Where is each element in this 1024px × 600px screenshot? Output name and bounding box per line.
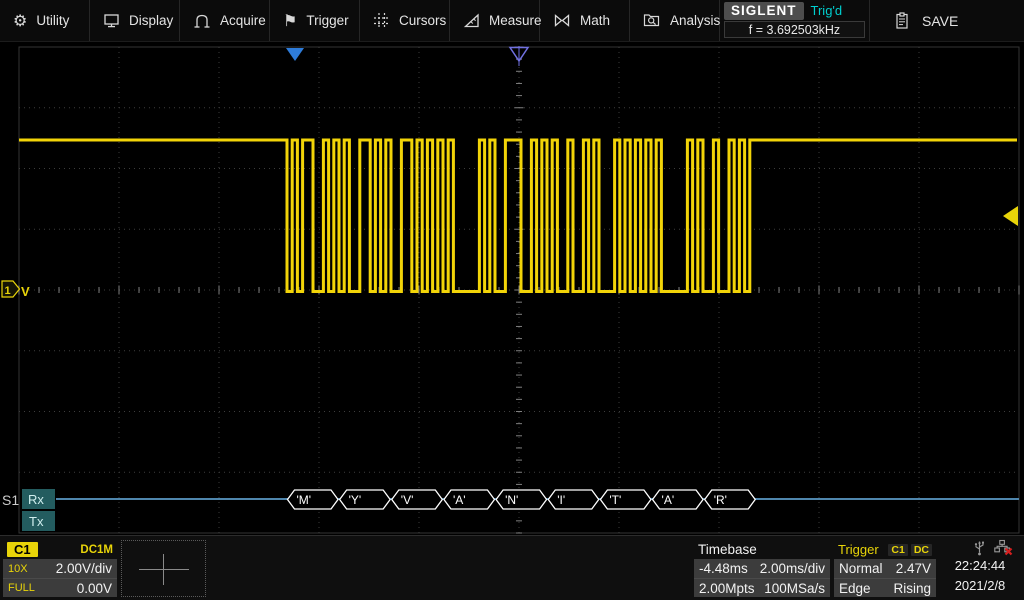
time-per-div: 2.00ms/div <box>760 561 825 576</box>
menu-trigger-label: Trigger <box>306 13 348 28</box>
math-icon <box>553 12 571 29</box>
volts-per-div: 2.00V/div <box>56 561 112 576</box>
svg-text:S1: S1 <box>2 492 19 508</box>
lan-disconnected-icon <box>994 539 1013 556</box>
menu-utility[interactable]: ⚙ Utility <box>0 0 90 41</box>
trigger-slope: Rising <box>893 581 931 596</box>
scope-graticule: 1V S1 Rx Tx 'M' 'Y' 'V' 'A' 'N' 'I' 'T' 'A' 'R' <box>0 42 1024 535</box>
menu-cursors[interactable]: Cursors <box>360 0 450 41</box>
flag-icon: ⚑ <box>283 13 297 29</box>
menu-analysis[interactable]: Analysis <box>630 0 720 41</box>
clock-time: 22:24:44 <box>955 556 1006 576</box>
timebase-delay: -4.48ms <box>699 561 748 576</box>
save-button[interactable]: SAVE <box>870 0 1024 41</box>
trigger-type: Edge <box>839 581 871 596</box>
svg-text:1: 1 <box>5 285 11 297</box>
trigger-coupling-badge: DC <box>911 544 932 556</box>
top-menu-bar: ⚙ Utility Display Acquire ⚑ Trigger <box>0 0 1024 42</box>
acquire-icon <box>193 12 211 29</box>
usb-icon <box>973 539 986 556</box>
menu-analysis-label: Analysis <box>670 13 720 28</box>
trigger-descriptor-box[interactable]: Trigger C1 DC Normal 2.47V Edge Rising <box>834 540 936 597</box>
menu-display-label: Display <box>129 13 173 28</box>
channel-coupling: DC1M <box>80 544 113 556</box>
svg-text:'V': 'V' <box>401 493 414 507</box>
menu-measure-label: Measure <box>489 13 542 28</box>
memory-depth: 2.00Mpts <box>699 581 755 596</box>
analysis-icon <box>643 12 661 29</box>
gear-icon: ⚙ <box>13 13 27 29</box>
clock-date: 2021/2/8 <box>955 576 1006 596</box>
probe-attenuation: 10X <box>8 563 28 575</box>
menu-acquire-label: Acquire <box>220 13 266 28</box>
trigger-title: Trigger <box>838 542 879 557</box>
bottom-status-bar: C1 DC1M 10X 2.00V/div FULL 0.00V Timebas… <box>0 535 1024 600</box>
waveform-display-area[interactable]: 1V S1 Rx Tx 'M' 'Y' 'V' 'A' 'N' 'I' 'T' 'A' 'R' <box>0 42 1024 535</box>
cursors-icon <box>373 12 390 29</box>
logo-status-block: SIGLENT Trig'd f = 3.692503kHz <box>720 0 870 41</box>
save-clipboard-icon <box>894 12 910 30</box>
siglent-logo: SIGLENT <box>724 2 804 20</box>
svg-text:'N': 'N' <box>505 493 518 507</box>
timebase-descriptor-box[interactable]: Timebase -4.48ms 2.00ms/div 2.00Mpts 100… <box>694 540 830 597</box>
sample-rate: 100MSa/s <box>764 581 825 596</box>
trigger-status-badge: Trig'd <box>811 3 843 18</box>
trigger-level: 2.47V <box>896 561 931 576</box>
trigger-source-badge: C1 <box>888 544 907 556</box>
channel-1-descriptor-box[interactable]: C1 DC1M 10X 2.00V/div FULL 0.00V <box>3 540 117 597</box>
svg-text:'I': 'I' <box>557 493 565 507</box>
menu-math-label: Math <box>580 13 610 28</box>
menu-acquire[interactable]: Acquire <box>180 0 270 41</box>
svg-text:'T': 'T' <box>609 493 621 507</box>
add-channel-placeholder[interactable] <box>121 540 206 597</box>
svg-text:'R': 'R' <box>714 493 727 507</box>
bandwidth-limit: FULL <box>8 582 35 594</box>
channel-offset: 0.00V <box>77 581 112 596</box>
frequency-counter-readout: f = 3.692503kHz <box>724 21 865 38</box>
trigger-mode: Normal <box>839 561 883 576</box>
menu-measure[interactable]: Measure <box>450 0 540 41</box>
menu-cursors-label: Cursors <box>399 13 446 28</box>
svg-text:'Y': 'Y' <box>349 493 362 507</box>
svg-text:'A': 'A' <box>662 493 675 507</box>
menu-utility-label: Utility <box>36 13 69 28</box>
svg-text:Rx: Rx <box>28 492 44 507</box>
menu-math[interactable]: Math <box>540 0 630 41</box>
menu-trigger[interactable]: ⚑ Trigger <box>270 0 360 41</box>
system-status-block[interactable]: 22:24:44 2021/2/8 <box>938 538 1022 600</box>
svg-text:'A': 'A' <box>453 493 466 507</box>
measure-icon <box>463 12 480 29</box>
svg-text:Tx: Tx <box>29 514 44 529</box>
svg-text:V: V <box>21 284 30 299</box>
save-label: SAVE <box>922 13 958 29</box>
display-icon <box>103 12 120 29</box>
menu-display[interactable]: Display <box>90 0 180 41</box>
channel-1-badge: C1 <box>7 542 38 557</box>
oscilloscope-screen: ⚙ Utility Display Acquire ⚑ Trigger <box>0 0 1024 600</box>
svg-text:'M': 'M' <box>297 493 312 507</box>
timebase-title: Timebase <box>698 542 757 557</box>
